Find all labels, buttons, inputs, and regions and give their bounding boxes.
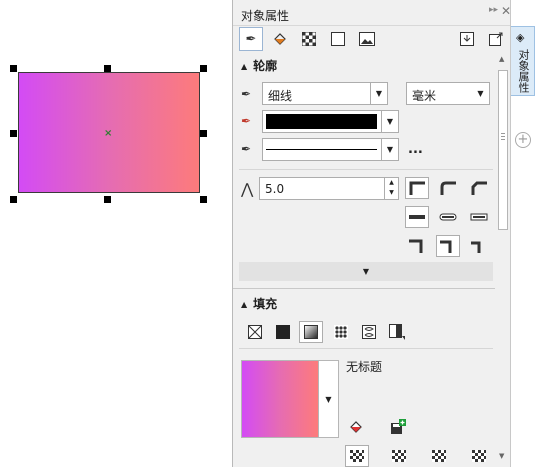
miter-limit-value: 5.0 (265, 182, 285, 196)
postscript-fill-icon[interactable] (385, 321, 409, 343)
expand-outline-button[interactable]: ▼ (239, 262, 493, 281)
paint-bucket-icon[interactable] (268, 27, 292, 51)
grip-line (501, 136, 505, 137)
chevron-down-icon[interactable]: ▼ (472, 83, 489, 104)
chevron-down-icon[interactable]: ▼ (370, 83, 387, 104)
outline-style-combo[interactable]: ▼ (262, 138, 399, 161)
export-icon[interactable] (484, 27, 508, 51)
handle-bottom-left[interactable] (10, 196, 17, 203)
position-outside-icon[interactable] (405, 235, 429, 257)
miter-limit-icon: ⋀ (241, 180, 254, 198)
add-docker-icon[interactable]: + (515, 132, 531, 148)
line-style-sample (266, 149, 377, 150)
miter-limit-input[interactable]: 5.0 ▲ ▼ (259, 177, 399, 200)
more-options-button[interactable]: ... (408, 142, 423, 157)
outline-color-pen-icon: ✒ (241, 114, 252, 128)
pattern-fill-icon[interactable] (329, 321, 353, 343)
grip-line (501, 133, 505, 134)
corner-bevel-icon[interactable] (467, 177, 491, 199)
properties-icon: ◈ (516, 31, 525, 44)
outline-heading: 轮廓 (253, 59, 278, 73)
object-properties-tab[interactable]: ◈ 对象属性 (511, 26, 535, 96)
divider (239, 348, 493, 349)
scrollbar-thumb[interactable] (498, 70, 508, 230)
fill-preset-checker-3[interactable] (427, 445, 451, 467)
save-fill-icon[interactable] (386, 416, 410, 438)
scroll-up-icon[interactable]: ▲ (499, 55, 504, 63)
center-marker-icon: × (104, 128, 113, 139)
handle-middle-right[interactable] (200, 130, 207, 137)
fill-name-label: 无标题 (346, 360, 383, 374)
outline-width-combo[interactable]: 细线 ▼ (262, 82, 388, 105)
position-center-icon[interactable] (436, 235, 460, 257)
handle-middle-left[interactable] (10, 130, 17, 137)
drawing-canvas[interactable]: × (0, 0, 232, 467)
transparency-icon[interactable] (297, 27, 321, 51)
handle-bottom-right[interactable] (200, 196, 207, 203)
gradient-picker-dropdown[interactable]: ▼ (319, 360, 339, 438)
outline-color-swatch (266, 114, 377, 129)
grip-line (501, 139, 505, 140)
fill-preset-checker-2[interactable] (387, 445, 411, 467)
expand-arrow-icon: ▼ (362, 267, 370, 276)
chevron-down-icon: ▼ (325, 394, 332, 404)
outline-unit-value: 毫米 (412, 89, 437, 103)
docker-tab-strip: ◈ 对象属性 + (510, 0, 535, 467)
edit-fill-bucket-icon[interactable] (344, 416, 368, 438)
object-properties-tab-label: 对象属性 (517, 49, 530, 93)
outline-color-picker[interactable]: ▼ (262, 110, 399, 133)
panel-scrollbar[interactable]: ▲ ▼ (495, 52, 511, 467)
corner-round-icon[interactable] (436, 177, 460, 199)
collapse-arrow-icon: ▲ (241, 62, 248, 71)
frame-icon[interactable] (326, 27, 350, 51)
line-cap-square-icon[interactable] (467, 206, 491, 228)
collapse-panel-icon[interactable]: ▸▸ (489, 5, 498, 15)
picture-icon[interactable] (355, 27, 379, 51)
line-cap-round-icon[interactable] (436, 206, 460, 228)
chevron-down-icon[interactable]: ▼ (381, 111, 398, 132)
fill-preset-checker-4[interactable] (467, 445, 491, 467)
fill-section-header[interactable]: ▲ 填充 (241, 295, 277, 312)
no-fill-icon[interactable] (243, 321, 267, 343)
uniform-fill-icon[interactable] (271, 321, 295, 343)
divider (233, 288, 495, 289)
chevron-down-icon[interactable]: ▼ (381, 139, 398, 160)
collapse-arrow-icon: ▲ (241, 300, 248, 309)
handle-top-middle[interactable] (104, 65, 111, 72)
outline-width-pen-icon: ✒ (241, 87, 252, 101)
corner-miter-icon[interactable] (405, 177, 429, 199)
gradient-fill-icon[interactable] (299, 321, 323, 343)
divider (239, 169, 493, 170)
import-icon[interactable] (455, 27, 479, 51)
handle-top-right[interactable] (200, 65, 207, 72)
handle-bottom-middle[interactable] (104, 196, 111, 203)
panel-title: 对象属性 (241, 9, 290, 23)
panel-title-bar: 对象属性 ▸▸ ✕ (233, 0, 511, 26)
outline-style-pen-icon: ✒ (241, 142, 252, 156)
texture-fill-icon[interactable] (357, 321, 381, 343)
outline-section-header[interactable]: ▲ 轮廓 (241, 57, 277, 74)
pen-nib-icon[interactable]: ✒ (239, 27, 263, 51)
panel-content: ▲ 轮廓 ✒ 细线 ▼ 毫米 ▼ ✒ ▼ ✒ ▼ ... ⋀ 5.0 ▲ ▼ ▼… (233, 52, 495, 467)
panel-toolbar: ✒ (233, 26, 511, 52)
outline-width-value: 细线 (268, 89, 293, 103)
object-properties-panel: 对象属性 ▸▸ ✕ ✒ ▲ 轮廓 ✒ 细线 ▼ 毫米 ▼ ✒ ▼ ✒ ▼ ...… (232, 0, 511, 467)
fill-preset-checker-1[interactable] (345, 445, 369, 467)
line-cap-butt-icon[interactable] (405, 206, 429, 228)
handle-top-left[interactable] (10, 65, 17, 72)
spinner-arrows-icon[interactable]: ▲ ▼ (384, 178, 398, 199)
fill-heading: 填充 (253, 297, 278, 311)
gradient-preview-swatch[interactable] (241, 360, 319, 438)
scroll-down-icon[interactable]: ▼ (499, 452, 504, 460)
outline-unit-combo[interactable]: 毫米 ▼ (406, 82, 490, 105)
position-inside-icon[interactable] (467, 235, 491, 257)
